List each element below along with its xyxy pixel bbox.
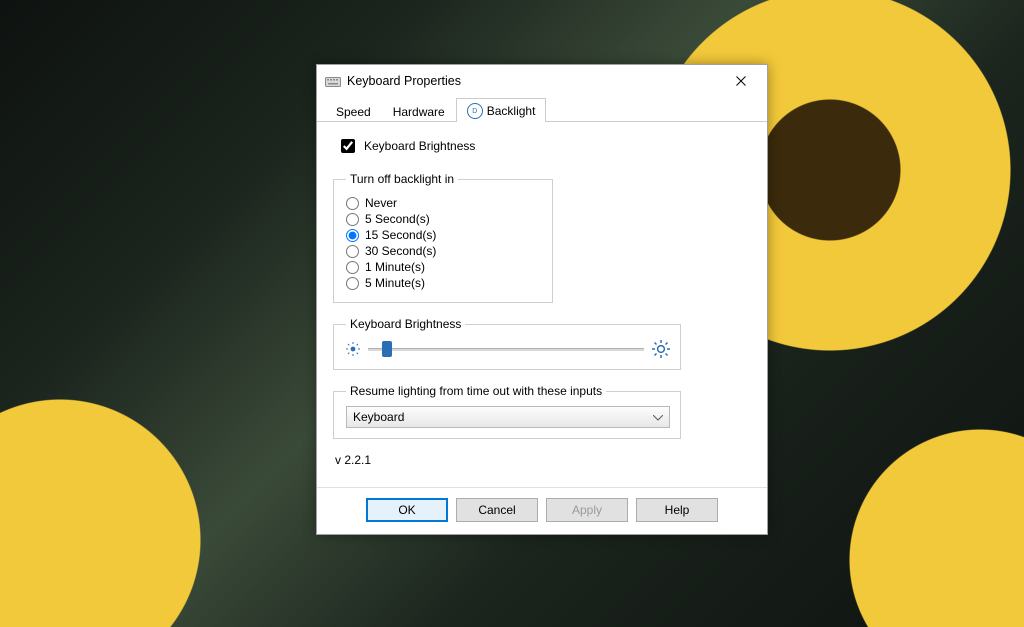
- tab-backlight[interactable]: D Backlight: [456, 98, 547, 122]
- button-label: Help: [665, 503, 690, 517]
- desktop-wallpaper: Keyboard Properties Speed Hardware D Bac…: [0, 0, 1024, 627]
- turnoff-radio-1min[interactable]: [346, 261, 359, 274]
- button-label: OK: [398, 503, 415, 517]
- help-button[interactable]: Help: [636, 498, 718, 522]
- turn-off-backlight-legend: Turn off backlight in: [346, 172, 458, 186]
- resume-inputs-value: Keyboard: [353, 410, 404, 424]
- turnoff-radio-5sec[interactable]: [346, 213, 359, 226]
- turnoff-option-never[interactable]: Never: [346, 196, 542, 210]
- keyboard-brightness-checkbox-label: Keyboard Brightness: [364, 139, 475, 153]
- slider-track: [368, 348, 644, 352]
- turn-off-backlight-group: Turn off backlight in Never 5 Second(s) …: [333, 172, 553, 303]
- turnoff-label: 1 Minute(s): [365, 260, 425, 274]
- tab-label: Speed: [336, 105, 371, 119]
- slider-thumb[interactable]: [382, 341, 392, 357]
- tab-bar: Speed Hardware D Backlight: [317, 97, 767, 122]
- titlebar[interactable]: Keyboard Properties: [317, 65, 767, 97]
- turnoff-option-5sec[interactable]: 5 Second(s): [346, 212, 542, 226]
- turnoff-option-15sec[interactable]: 15 Second(s): [346, 228, 542, 242]
- cancel-button[interactable]: Cancel: [456, 498, 538, 522]
- button-label: Cancel: [478, 503, 515, 517]
- resume-lighting-legend: Resume lighting from time out with these…: [346, 384, 606, 398]
- tab-content-backlight: Keyboard Brightness Turn off backlight i…: [317, 122, 767, 487]
- turnoff-radio-5min[interactable]: [346, 277, 359, 290]
- brightness-low-icon: [346, 342, 360, 356]
- turnoff-label: Never: [365, 196, 397, 210]
- version-label: v 2.2.1: [335, 453, 751, 467]
- resume-lighting-group: Resume lighting from time out with these…: [333, 384, 681, 439]
- tab-label: Backlight: [487, 104, 536, 118]
- close-button[interactable]: [721, 67, 761, 95]
- apply-button[interactable]: Apply: [546, 498, 628, 522]
- turnoff-option-1min[interactable]: 1 Minute(s): [346, 260, 542, 274]
- turnoff-option-30sec[interactable]: 30 Second(s): [346, 244, 542, 258]
- tab-hardware[interactable]: Hardware: [382, 100, 456, 122]
- tab-speed[interactable]: Speed: [325, 100, 382, 122]
- keyboard-brightness-checkbox-row[interactable]: Keyboard Brightness: [337, 136, 751, 156]
- keyboard-icon: [325, 76, 341, 86]
- button-label: Apply: [572, 503, 602, 517]
- brightness-slider[interactable]: [368, 339, 644, 359]
- turnoff-radio-never[interactable]: [346, 197, 359, 210]
- turnoff-label: 5 Second(s): [365, 212, 430, 226]
- turnoff-option-5min[interactable]: 5 Minute(s): [346, 276, 542, 290]
- window-title: Keyboard Properties: [347, 74, 721, 88]
- resume-inputs-dropdown[interactable]: Keyboard: [346, 406, 670, 428]
- tab-label: Hardware: [393, 105, 445, 119]
- close-icon: [736, 76, 746, 86]
- dialog-footer: OK Cancel Apply Help: [317, 487, 767, 534]
- keyboard-brightness-checkbox[interactable]: [341, 139, 355, 153]
- keyboard-properties-window: Keyboard Properties Speed Hardware D Bac…: [316, 64, 768, 535]
- turnoff-label: 5 Minute(s): [365, 276, 425, 290]
- keyboard-brightness-group: Keyboard Brightness: [333, 317, 681, 370]
- dell-icon: D: [467, 103, 483, 119]
- keyboard-brightness-legend: Keyboard Brightness: [346, 317, 465, 331]
- turnoff-label: 15 Second(s): [365, 228, 436, 242]
- chevron-down-icon: [653, 410, 663, 424]
- turnoff-label: 30 Second(s): [365, 244, 436, 258]
- brightness-high-icon: [652, 340, 670, 358]
- turnoff-radio-30sec[interactable]: [346, 245, 359, 258]
- turnoff-radio-15sec[interactable]: [346, 229, 359, 242]
- ok-button[interactable]: OK: [366, 498, 448, 522]
